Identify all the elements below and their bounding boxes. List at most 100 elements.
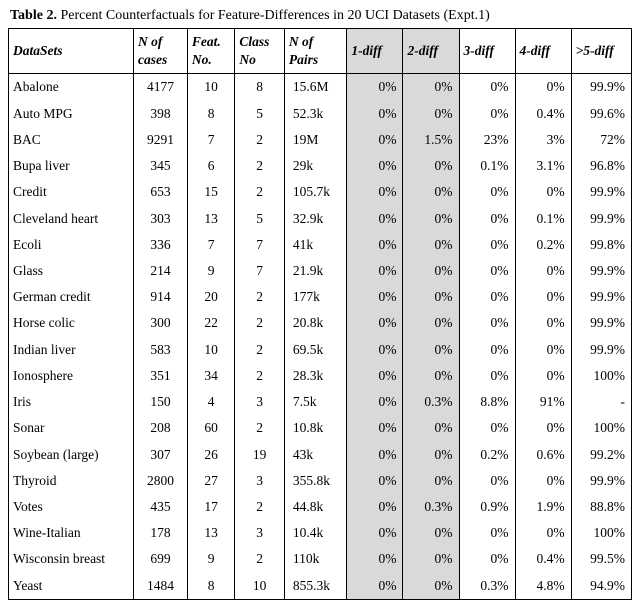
table-row: Glass2149721.9k0%0%0%0%99.9%: [9, 258, 632, 284]
cell-5-diff: 99.9%: [571, 179, 631, 205]
cell-n-pairs: 41k: [284, 232, 347, 258]
cell-class-no: 3: [235, 520, 285, 546]
cell-n-cases: 435: [134, 494, 188, 520]
cell-n-pairs: 29k: [284, 153, 347, 179]
cell-class-no: 10: [235, 573, 285, 600]
cell-feat-no: 22: [187, 310, 234, 336]
cell-n-pairs: 10.4k: [284, 520, 347, 546]
cell-2-diff: 0%: [403, 363, 459, 389]
table-row: Credit653152105.7k0%0%0%0%99.9%: [9, 179, 632, 205]
cell-4-diff: 0%: [515, 337, 571, 363]
cell-class-no: 8: [235, 74, 285, 101]
cell-class-no: 5: [235, 206, 285, 232]
cell-1-diff: 0%: [347, 179, 403, 205]
table-row: BAC92917219M0%1.5%23%3%72%: [9, 127, 632, 153]
cell-3-diff: 0.1%: [459, 153, 515, 179]
cell-5-diff: 99.5%: [571, 546, 631, 572]
table-row: Yeast1484810855.3k0%0%0.3%4.8%94.9%: [9, 573, 632, 600]
cell-3-diff: 0%: [459, 258, 515, 284]
col-4-diff: 4-diff: [515, 29, 571, 74]
cell-n-cases: 303: [134, 206, 188, 232]
cell-n-cases: 2800: [134, 468, 188, 494]
cell-5-diff: 99.9%: [571, 310, 631, 336]
cell-4-diff: 0%: [515, 363, 571, 389]
cell-dataset: Cleveland heart: [9, 206, 134, 232]
col-class-no: Class No: [235, 29, 285, 74]
cell-5-diff: 99.9%: [571, 258, 631, 284]
cell-class-no: 2: [235, 284, 285, 310]
cell-class-no: 2: [235, 310, 285, 336]
cell-n-cases: 345: [134, 153, 188, 179]
cell-dataset: Horse colic: [9, 310, 134, 336]
cell-n-pairs: 177k: [284, 284, 347, 310]
cell-class-no: 2: [235, 415, 285, 441]
cell-n-cases: 9291: [134, 127, 188, 153]
cell-n-pairs: 43k: [284, 442, 347, 468]
cell-4-diff: 3%: [515, 127, 571, 153]
cell-1-diff: 0%: [347, 232, 403, 258]
cell-n-pairs: 105.7k: [284, 179, 347, 205]
cell-class-no: 7: [235, 258, 285, 284]
cell-class-no: 5: [235, 101, 285, 127]
cell-1-diff: 0%: [347, 415, 403, 441]
cell-dataset: Votes: [9, 494, 134, 520]
cell-5-diff: 100%: [571, 363, 631, 389]
cell-2-diff: 0%: [403, 546, 459, 572]
cell-5-diff: 99.9%: [571, 468, 631, 494]
cell-1-diff: 0%: [347, 153, 403, 179]
cell-1-diff: 0%: [347, 74, 403, 101]
cell-n-cases: 336: [134, 232, 188, 258]
cell-feat-no: 17: [187, 494, 234, 520]
cell-feat-no: 26: [187, 442, 234, 468]
cell-1-diff: 0%: [347, 468, 403, 494]
cell-3-diff: 0%: [459, 415, 515, 441]
col-3-diff: 3-diff: [459, 29, 515, 74]
cell-dataset: Glass: [9, 258, 134, 284]
cell-5-diff: 88.8%: [571, 494, 631, 520]
cell-4-diff: 0.6%: [515, 442, 571, 468]
cell-2-diff: 0%: [403, 153, 459, 179]
cell-3-diff: 0%: [459, 232, 515, 258]
cell-3-diff: 0%: [459, 206, 515, 232]
cell-3-diff: 0.2%: [459, 442, 515, 468]
cell-5-diff: 100%: [571, 520, 631, 546]
cell-3-diff: 0%: [459, 310, 515, 336]
cell-4-diff: 0.1%: [515, 206, 571, 232]
cell-3-diff: 0%: [459, 468, 515, 494]
cell-n-pairs: 28.3k: [284, 363, 347, 389]
cell-n-pairs: 20.8k: [284, 310, 347, 336]
cell-feat-no: 7: [187, 127, 234, 153]
cell-4-diff: 0%: [515, 284, 571, 310]
cell-2-diff: 0%: [403, 415, 459, 441]
cell-4-diff: 91%: [515, 389, 571, 415]
cell-feat-no: 8: [187, 573, 234, 600]
cell-feat-no: 60: [187, 415, 234, 441]
table-row: Cleveland heart30313532.9k0%0%0%0.1%99.9…: [9, 206, 632, 232]
cell-n-pairs: 32.9k: [284, 206, 347, 232]
cell-2-diff: 0%: [403, 442, 459, 468]
cell-n-pairs: 10.8k: [284, 415, 347, 441]
cell-class-no: 3: [235, 389, 285, 415]
cell-dataset: Bupa liver: [9, 153, 134, 179]
cell-class-no: 3: [235, 468, 285, 494]
cell-feat-no: 13: [187, 520, 234, 546]
cell-3-diff: 23%: [459, 127, 515, 153]
cell-5-diff: 96.8%: [571, 153, 631, 179]
table-row: Auto MPG3988552.3k0%0%0%0.4%99.6%: [9, 101, 632, 127]
cell-5-diff: 99.9%: [571, 337, 631, 363]
cell-1-diff: 0%: [347, 442, 403, 468]
cell-n-cases: 208: [134, 415, 188, 441]
cell-dataset: Abalone: [9, 74, 134, 101]
cell-1-diff: 0%: [347, 258, 403, 284]
cell-2-diff: 0%: [403, 206, 459, 232]
col-feat-no: Feat. No.: [187, 29, 234, 74]
cell-dataset: Sonar: [9, 415, 134, 441]
cell-5-diff: 99.2%: [571, 442, 631, 468]
cell-4-diff: 0.4%: [515, 101, 571, 127]
table-row: Bupa liver3456229k0%0%0.1%3.1%96.8%: [9, 153, 632, 179]
cell-n-pairs: 110k: [284, 546, 347, 572]
cell-n-cases: 351: [134, 363, 188, 389]
cell-2-diff: 0%: [403, 179, 459, 205]
cell-1-diff: 0%: [347, 573, 403, 600]
cell-1-diff: 0%: [347, 520, 403, 546]
